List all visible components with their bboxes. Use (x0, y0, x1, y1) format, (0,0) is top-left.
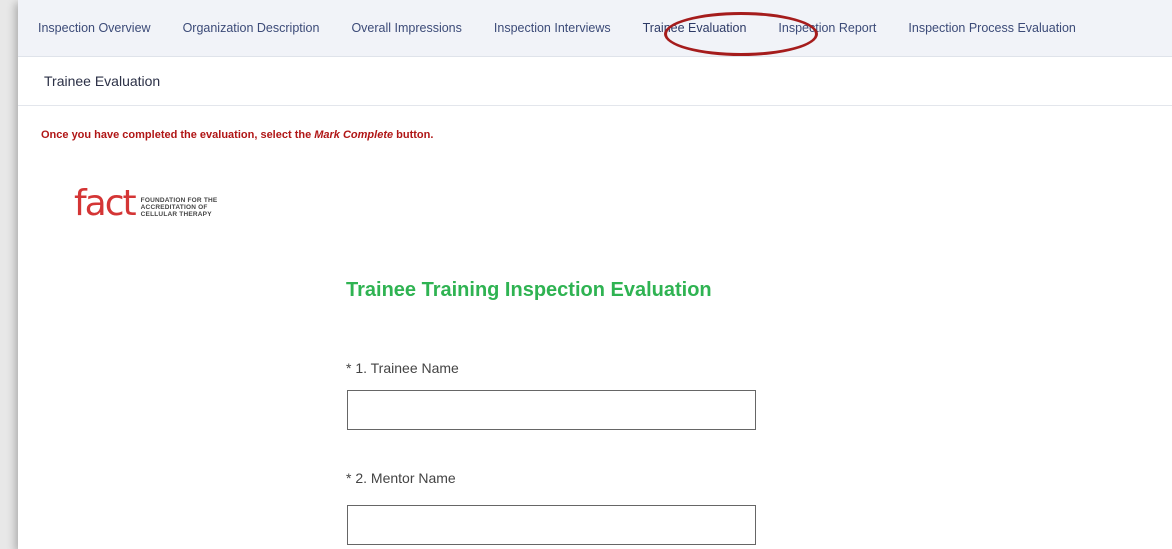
app-frame: Inspection Overview Organization Descrip… (18, 0, 1172, 549)
tab-bar: Inspection Overview Organization Descrip… (18, 0, 1172, 57)
logo-mark: fact (74, 183, 137, 224)
instruction-emphasis: Mark Complete (314, 129, 394, 141)
logo-line-2: ACCREDITATION OF (140, 204, 208, 211)
tab-trainee-evaluation[interactable]: Trainee Evaluation (627, 0, 763, 56)
tab-inspection-process-evaluation[interactable]: Inspection Process Evaluation (892, 0, 1091, 56)
tab-inspection-report[interactable]: Inspection Report (762, 0, 892, 56)
instruction-prefix: Once you have completed the evaluation, … (41, 129, 315, 141)
logo-text: FOUNDATION FOR THE ACCREDITATION OF CELL… (141, 197, 218, 218)
tab-organization-description[interactable]: Organization Description (167, 0, 336, 56)
logo-line-1: FOUNDATION FOR THE (140, 197, 218, 204)
tab-inspection-interviews[interactable]: Inspection Interviews (478, 0, 627, 56)
mentor-name-input[interactable] (347, 505, 756, 545)
mentor-name-label: * 2. Mentor Name (346, 470, 456, 486)
instruction-text: Once you have completed the evaluation, … (41, 129, 1172, 141)
tab-inspection-overview[interactable]: Inspection Overview (22, 0, 167, 56)
section-title: Trainee Evaluation (18, 57, 1172, 106)
trainee-name-label: * 1. Trainee Name (346, 360, 459, 376)
logo-line-3: CELLULAR THERAPY (140, 211, 212, 218)
tab-overall-impressions[interactable]: Overall Impressions (335, 0, 477, 56)
form-content: Once you have completed the evaluation, … (18, 129, 1172, 222)
trainee-name-input[interactable] (347, 390, 756, 430)
form-title: Trainee Training Inspection Evaluation (346, 279, 712, 301)
fact-logo: fact FOUNDATION FOR THE ACCREDITATION OF… (74, 186, 217, 222)
instruction-suffix: button. (393, 129, 434, 141)
